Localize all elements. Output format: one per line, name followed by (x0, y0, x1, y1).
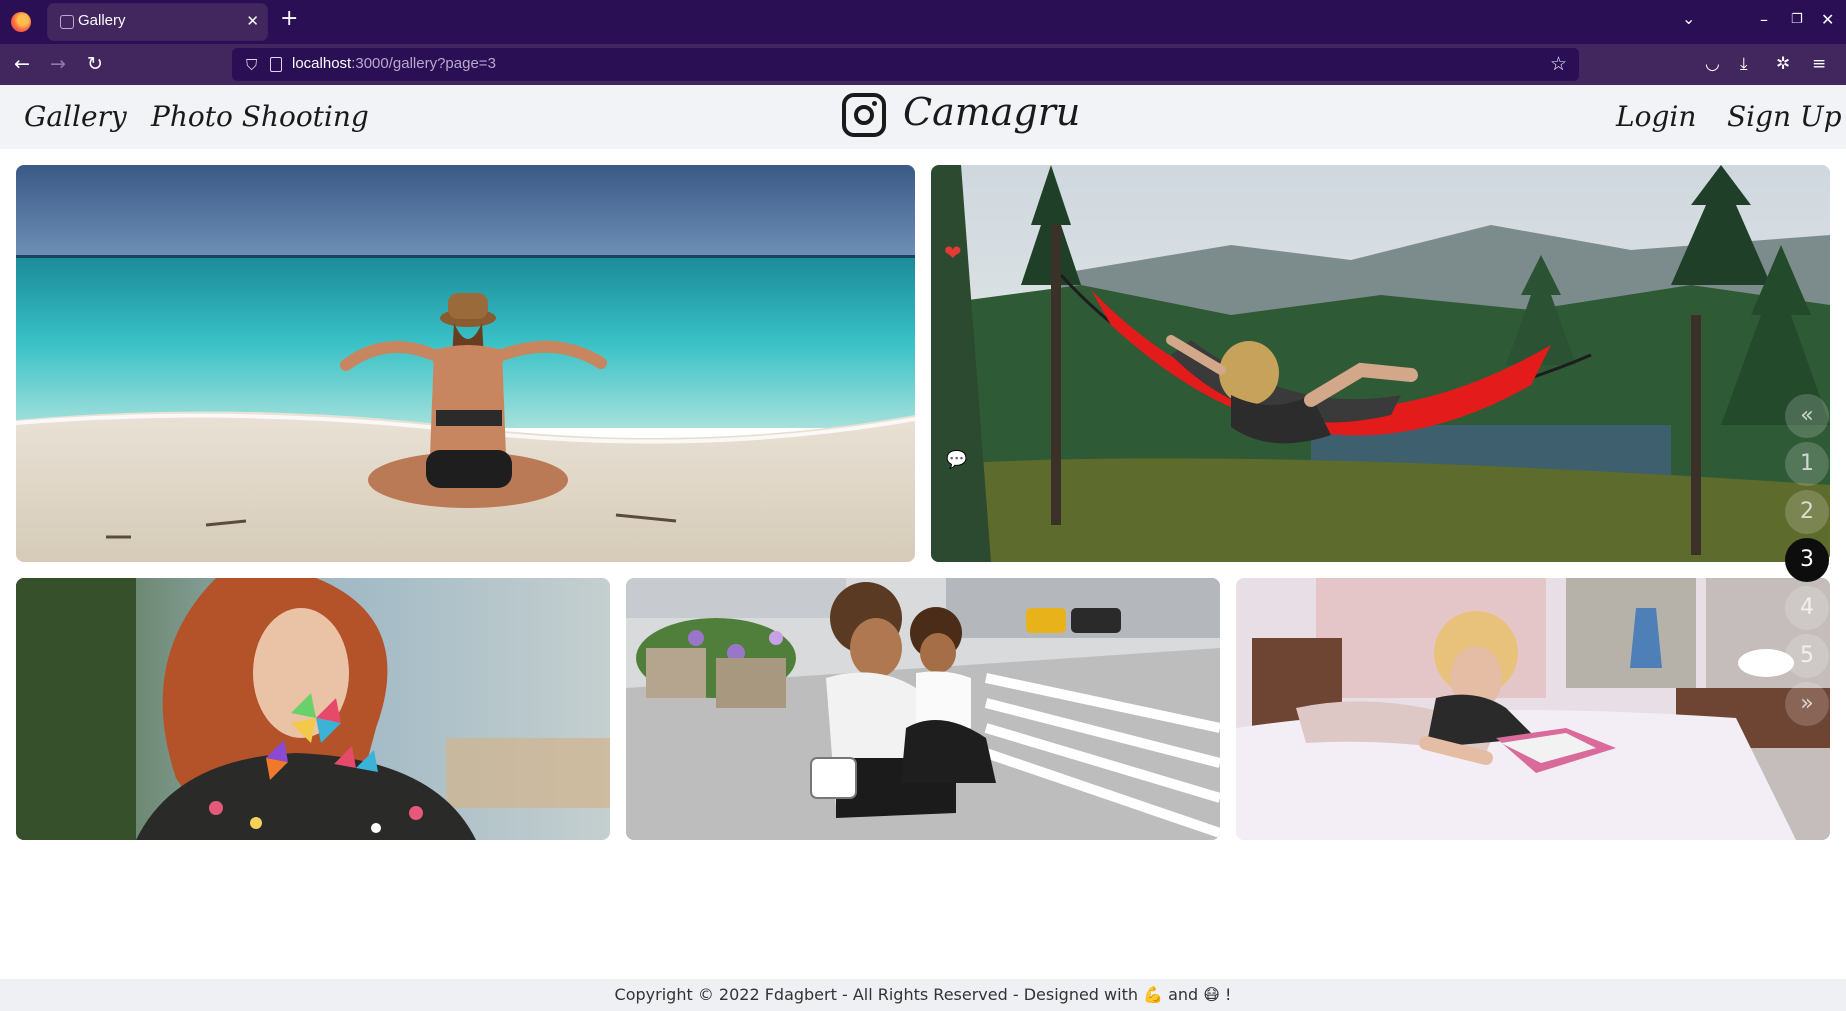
pagination-page-3-current[interactable]: 3 (1785, 538, 1829, 582)
pocket-icon[interactable]: ◡ (1705, 54, 1720, 74)
browser-nav-bar: ← → ↻ ⛉ localhost:3000/gallery?page=3 ☆ … (0, 44, 1846, 85)
menu-icon[interactable]: ≡ (1812, 54, 1826, 74)
gallery-photo-beach[interactable] (16, 165, 915, 562)
page-icon[interactable] (270, 57, 282, 72)
beach-image (16, 165, 915, 562)
hammock-image (931, 165, 1830, 562)
browser-tab-bar: Gallery ✕ + ⌄ – ❐ ✕ (0, 0, 1846, 44)
footer-copyright: Copyright © 2022 Fdagbert - All Rights R… (614, 985, 1232, 1004)
heart-icon[interactable]: ❤ (944, 241, 962, 265)
footer: Copyright © 2022 Fdagbert - All Rights R… (0, 979, 1846, 1011)
reload-icon[interactable]: ↻ (87, 53, 103, 75)
forward-icon[interactable]: → (50, 53, 66, 75)
gallery-photo-hammock[interactable] (931, 165, 1830, 562)
restore-icon[interactable]: ❐ (1791, 12, 1803, 27)
login-link[interactable]: Login (1616, 100, 1696, 133)
back-icon[interactable]: ← (14, 53, 30, 75)
pinwheels-image (16, 578, 610, 840)
street-image (626, 578, 1220, 840)
tab-list-icon[interactable]: ⌄ (1682, 9, 1695, 28)
pagination-page-5[interactable]: 5 (1785, 634, 1829, 678)
url-host: localhost (292, 55, 352, 72)
tab-close-icon[interactable]: ✕ (246, 12, 259, 30)
url-text[interactable]: localhost:3000/gallery?page=3 (292, 55, 496, 72)
tab-favicon-icon (60, 15, 74, 29)
firefox-logo-icon[interactable] (11, 12, 31, 32)
pagination-page-4[interactable]: 4 (1785, 586, 1829, 630)
gallery-photo-street[interactable] (626, 578, 1220, 840)
pagination-prev-button[interactable]: « (1785, 394, 1829, 438)
comment-icon[interactable]: 💬 (946, 450, 967, 470)
camera-dot-icon (872, 101, 877, 106)
new-tab-button[interactable]: + (280, 6, 298, 31)
gallery-photo-pinwheels[interactable] (16, 578, 610, 840)
download-icon[interactable]: ⤓ (1740, 54, 1748, 74)
gallery-photo-bedroom[interactable] (1236, 578, 1830, 840)
camera-logo-icon[interactable] (842, 93, 886, 137)
url-bar[interactable]: ⛉ localhost:3000/gallery?page=3 ☆ (232, 48, 1579, 81)
browser-tab-gallery[interactable]: Gallery ✕ (48, 4, 267, 40)
url-path: :3000/gallery?page=3 (351, 55, 496, 72)
nav-photo-shooting-link[interactable]: Photo Shooting (151, 100, 369, 133)
minimize-icon[interactable]: – (1760, 10, 1768, 29)
tab-title: Gallery (78, 12, 126, 29)
close-icon[interactable]: ✕ (1821, 10, 1834, 29)
signup-link[interactable]: Sign Up (1727, 100, 1842, 133)
pagination-page-2[interactable]: 2 (1785, 490, 1829, 534)
app-header: Gallery Photo Shooting Camagru Login Sig… (0, 85, 1846, 149)
star-icon[interactable]: ☆ (1550, 53, 1567, 75)
bedroom-image (1236, 578, 1830, 840)
camera-lens-icon (854, 105, 874, 125)
shield-icon[interactable]: ⛉ (246, 56, 257, 74)
brand-title[interactable]: Camagru (903, 90, 1080, 134)
photo-actions: ❤ 💬 (944, 241, 974, 487)
nav-gallery-link[interactable]: Gallery (24, 100, 127, 133)
pagination-page-1[interactable]: 1 (1785, 442, 1829, 486)
extensions-icon[interactable]: ✲ (1776, 54, 1790, 74)
pagination-next-button[interactable]: » (1785, 682, 1829, 726)
